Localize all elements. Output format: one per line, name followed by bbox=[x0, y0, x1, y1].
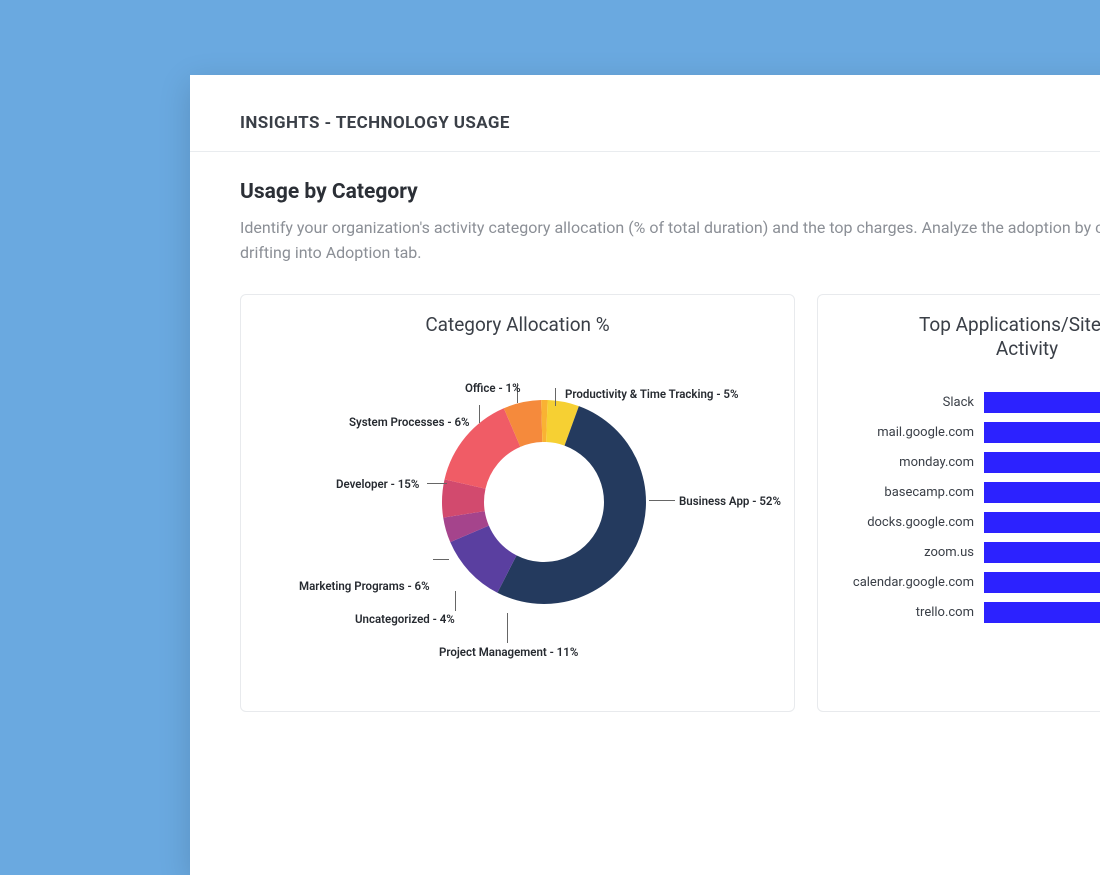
bar-track bbox=[984, 572, 1100, 593]
slice-label-uncategorized: Uncategorized - 4% bbox=[355, 612, 455, 626]
bar-fill bbox=[984, 512, 1100, 533]
bar-chart[interactable]: Slack mail.google.com monday.com basecamp.c… bbox=[836, 388, 1100, 628]
bar-track bbox=[984, 512, 1100, 533]
bar-label: Slack bbox=[836, 395, 984, 410]
leader-line bbox=[507, 613, 508, 643]
leader-line bbox=[649, 500, 675, 501]
card-top-applications: Top Applications/Sites by Activity Slack… bbox=[817, 294, 1100, 712]
bar-fill bbox=[984, 392, 1100, 413]
card-title: Category Allocation % bbox=[259, 313, 776, 338]
slice-label-office: Office - 1% bbox=[465, 381, 521, 395]
slice-label-developer: Developer - 15% bbox=[336, 477, 419, 491]
bar-row[interactable]: zoom.us bbox=[836, 538, 1100, 568]
slice-label-business-app: Business App - 52% bbox=[679, 494, 781, 508]
section-usage-by-category: Usage by Category Identify your organiza… bbox=[190, 152, 1100, 276]
slice-label-productivity-time: Productivity & Time Tracking - 5% bbox=[565, 387, 738, 401]
bar-track bbox=[984, 422, 1100, 443]
bar-label: zoom.us bbox=[836, 545, 984, 560]
bar-row[interactable]: trello.com bbox=[836, 598, 1100, 628]
bar-track bbox=[984, 452, 1100, 473]
bar-row[interactable]: basecamp.com bbox=[836, 478, 1100, 508]
bar-label: basecamp.com bbox=[836, 485, 984, 500]
bar-track bbox=[984, 482, 1100, 503]
bar-row[interactable]: mail.google.com bbox=[836, 418, 1100, 448]
slice-label-system-processes: System Processes - 6% bbox=[349, 415, 470, 429]
donut-ring bbox=[439, 397, 649, 607]
dashboard-panel: INSIGHTS - TECHNOLOGY USAGE Usage by Cat… bbox=[190, 75, 1100, 875]
card-title-line1: Top Applications/Sites by bbox=[919, 313, 1100, 336]
bar-fill bbox=[984, 482, 1100, 503]
bar-fill bbox=[984, 422, 1100, 443]
bar-row[interactable]: calendar.google.com bbox=[836, 568, 1100, 598]
bar-row[interactable]: Slack bbox=[836, 388, 1100, 418]
panel-header: INSIGHTS - TECHNOLOGY USAGE bbox=[190, 75, 1100, 152]
bar-label: calendar.google.com bbox=[836, 575, 984, 590]
bar-label: docks.google.com bbox=[836, 515, 984, 530]
bar-fill bbox=[984, 542, 1100, 563]
card-title: Top Applications/Sites by Activity bbox=[836, 313, 1100, 362]
card-title-line2: Activity bbox=[996, 337, 1058, 360]
bar-track bbox=[984, 542, 1100, 563]
card-category-allocation: Category Allocation % Business App - 52%… bbox=[240, 294, 795, 712]
bar-row[interactable]: docks.google.com bbox=[836, 508, 1100, 538]
slice-label-marketing-programs: Marketing Programs - 6% bbox=[299, 579, 430, 593]
bar-row[interactable]: monday.com bbox=[836, 448, 1100, 478]
bar-label: monday.com bbox=[836, 455, 984, 470]
section-description: Identify your organization's activity ca… bbox=[240, 216, 1100, 266]
donut-chart[interactable]: Business App - 52% Project Management - … bbox=[259, 343, 776, 683]
bar-track bbox=[984, 602, 1100, 623]
bar-label: mail.google.com bbox=[836, 425, 984, 440]
leader-line bbox=[479, 405, 480, 423]
bar-label: trello.com bbox=[836, 605, 984, 620]
page-title: INSIGHTS - TECHNOLOGY USAGE bbox=[240, 113, 1100, 133]
leader-line bbox=[455, 591, 456, 611]
section-title: Usage by Category bbox=[240, 180, 1100, 204]
leader-line bbox=[555, 388, 556, 406]
bar-fill bbox=[984, 602, 1100, 623]
bar-fill bbox=[984, 452, 1100, 473]
leader-line bbox=[427, 483, 447, 484]
leader-line bbox=[433, 559, 449, 560]
slice-label-project-management: Project Management - 11% bbox=[439, 645, 578, 659]
cards-row: Category Allocation % Business App - 52%… bbox=[190, 276, 1100, 712]
bar-fill bbox=[984, 572, 1100, 593]
bar-track bbox=[984, 392, 1100, 413]
